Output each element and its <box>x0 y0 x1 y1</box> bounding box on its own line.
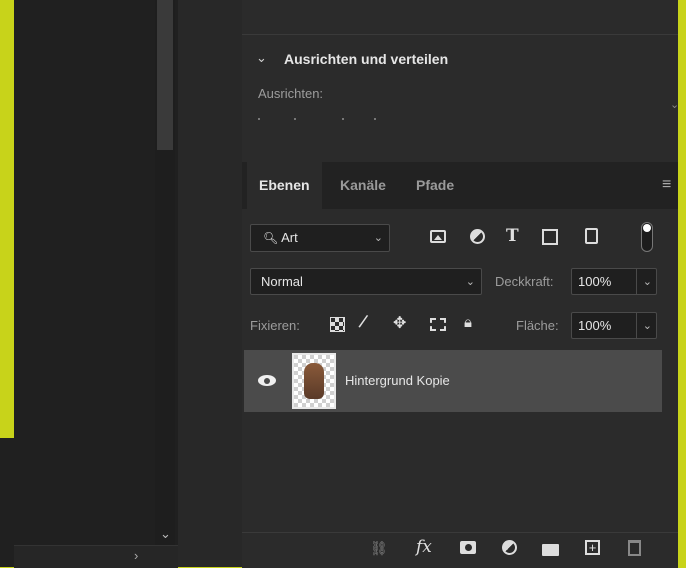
mask-icon[interactable] <box>460 541 476 554</box>
filter-kind-value: Art <box>281 230 298 245</box>
panel-gutter <box>178 0 242 567</box>
lock-position-icon[interactable]: ✥ <box>393 313 406 333</box>
chevron-down-icon: ⌄ <box>635 313 652 339</box>
cat-image-icon <box>304 363 324 399</box>
lock-artboard-icon[interactable] <box>430 318 446 331</box>
canvas-status-bar: › <box>14 545 178 568</box>
opacity-value: 100% <box>578 274 612 289</box>
canvas-area <box>0 0 178 567</box>
tab-paths[interactable]: Pfade <box>404 162 466 209</box>
chevron-down-icon: ⌄ <box>373 232 383 244</box>
type-filter-icon[interactable]: T <box>506 226 519 246</box>
link-icon[interactable]: ⛓︎ <box>370 540 388 557</box>
panel-menu-icon[interactable]: ≡ <box>662 176 671 194</box>
search-icon: 🔍︎ <box>263 231 279 245</box>
lock-label: Fixieren: <box>250 318 300 333</box>
chevron-right-icon[interactable]: › <box>134 548 138 563</box>
align-section-title[interactable]: Ausrichten und verteilen <box>284 51 448 67</box>
filter-toggle-icon[interactable] <box>641 222 653 252</box>
chevron-down-icon: ⌄ <box>635 269 652 295</box>
fill-input[interactable]: 100% ⌄ <box>571 312 657 339</box>
align-buttons-row[interactable] <box>258 118 408 122</box>
chevron-down-icon: ⌄ <box>465 276 475 288</box>
lock-transparent-pixels-icon[interactable] <box>330 317 345 332</box>
fill-value: 100% <box>578 318 612 333</box>
new-layer-icon[interactable]: + <box>585 540 600 555</box>
layer-name[interactable]: Hintergrund Kopie <box>345 373 450 388</box>
folder-icon[interactable] <box>542 544 559 556</box>
canvas-scrollbar-thumb[interactable] <box>157 0 173 150</box>
tab-channels[interactable]: Kanäle <box>328 162 398 209</box>
layer-filter-kind-select[interactable]: 🔍︎ Art ⌄ <box>250 224 390 252</box>
opacity-label: Deckkraft: <box>495 274 554 289</box>
left-frame <box>0 0 14 438</box>
right-frame <box>678 0 686 567</box>
trash-icon[interactable] <box>628 540 641 556</box>
fill-label: Fläche: <box>516 318 559 333</box>
layer-thumbnail[interactable] <box>292 353 336 409</box>
shape-filter-icon[interactable] <box>542 229 558 245</box>
visibility-eye-icon[interactable] <box>258 375 276 386</box>
smart-object-filter-icon[interactable] <box>585 228 598 244</box>
blend-mode-select[interactable]: Normal ⌄ <box>250 268 482 295</box>
blend-mode-value: Normal <box>261 274 303 289</box>
opacity-input[interactable]: 100% ⌄ <box>571 268 657 295</box>
adjustment-filter-icon[interactable] <box>470 229 485 244</box>
tab-layers[interactable]: Ebenen <box>247 162 322 209</box>
image-filter-icon[interactable] <box>430 230 446 243</box>
lock-all-icon[interactable]: 🔒︎ <box>464 314 472 331</box>
fx-icon[interactable]: fx <box>416 537 432 557</box>
chevron-down-icon[interactable]: ⌄ <box>160 526 171 542</box>
adjustment-layer-icon[interactable] <box>502 540 517 555</box>
layer-row[interactable]: Hintergrund Kopie <box>244 350 662 412</box>
properties-top-section <box>242 0 678 35</box>
align-label: Ausrichten: <box>258 86 324 101</box>
collapse-chevron-icon[interactable]: ⌄ <box>256 50 267 66</box>
